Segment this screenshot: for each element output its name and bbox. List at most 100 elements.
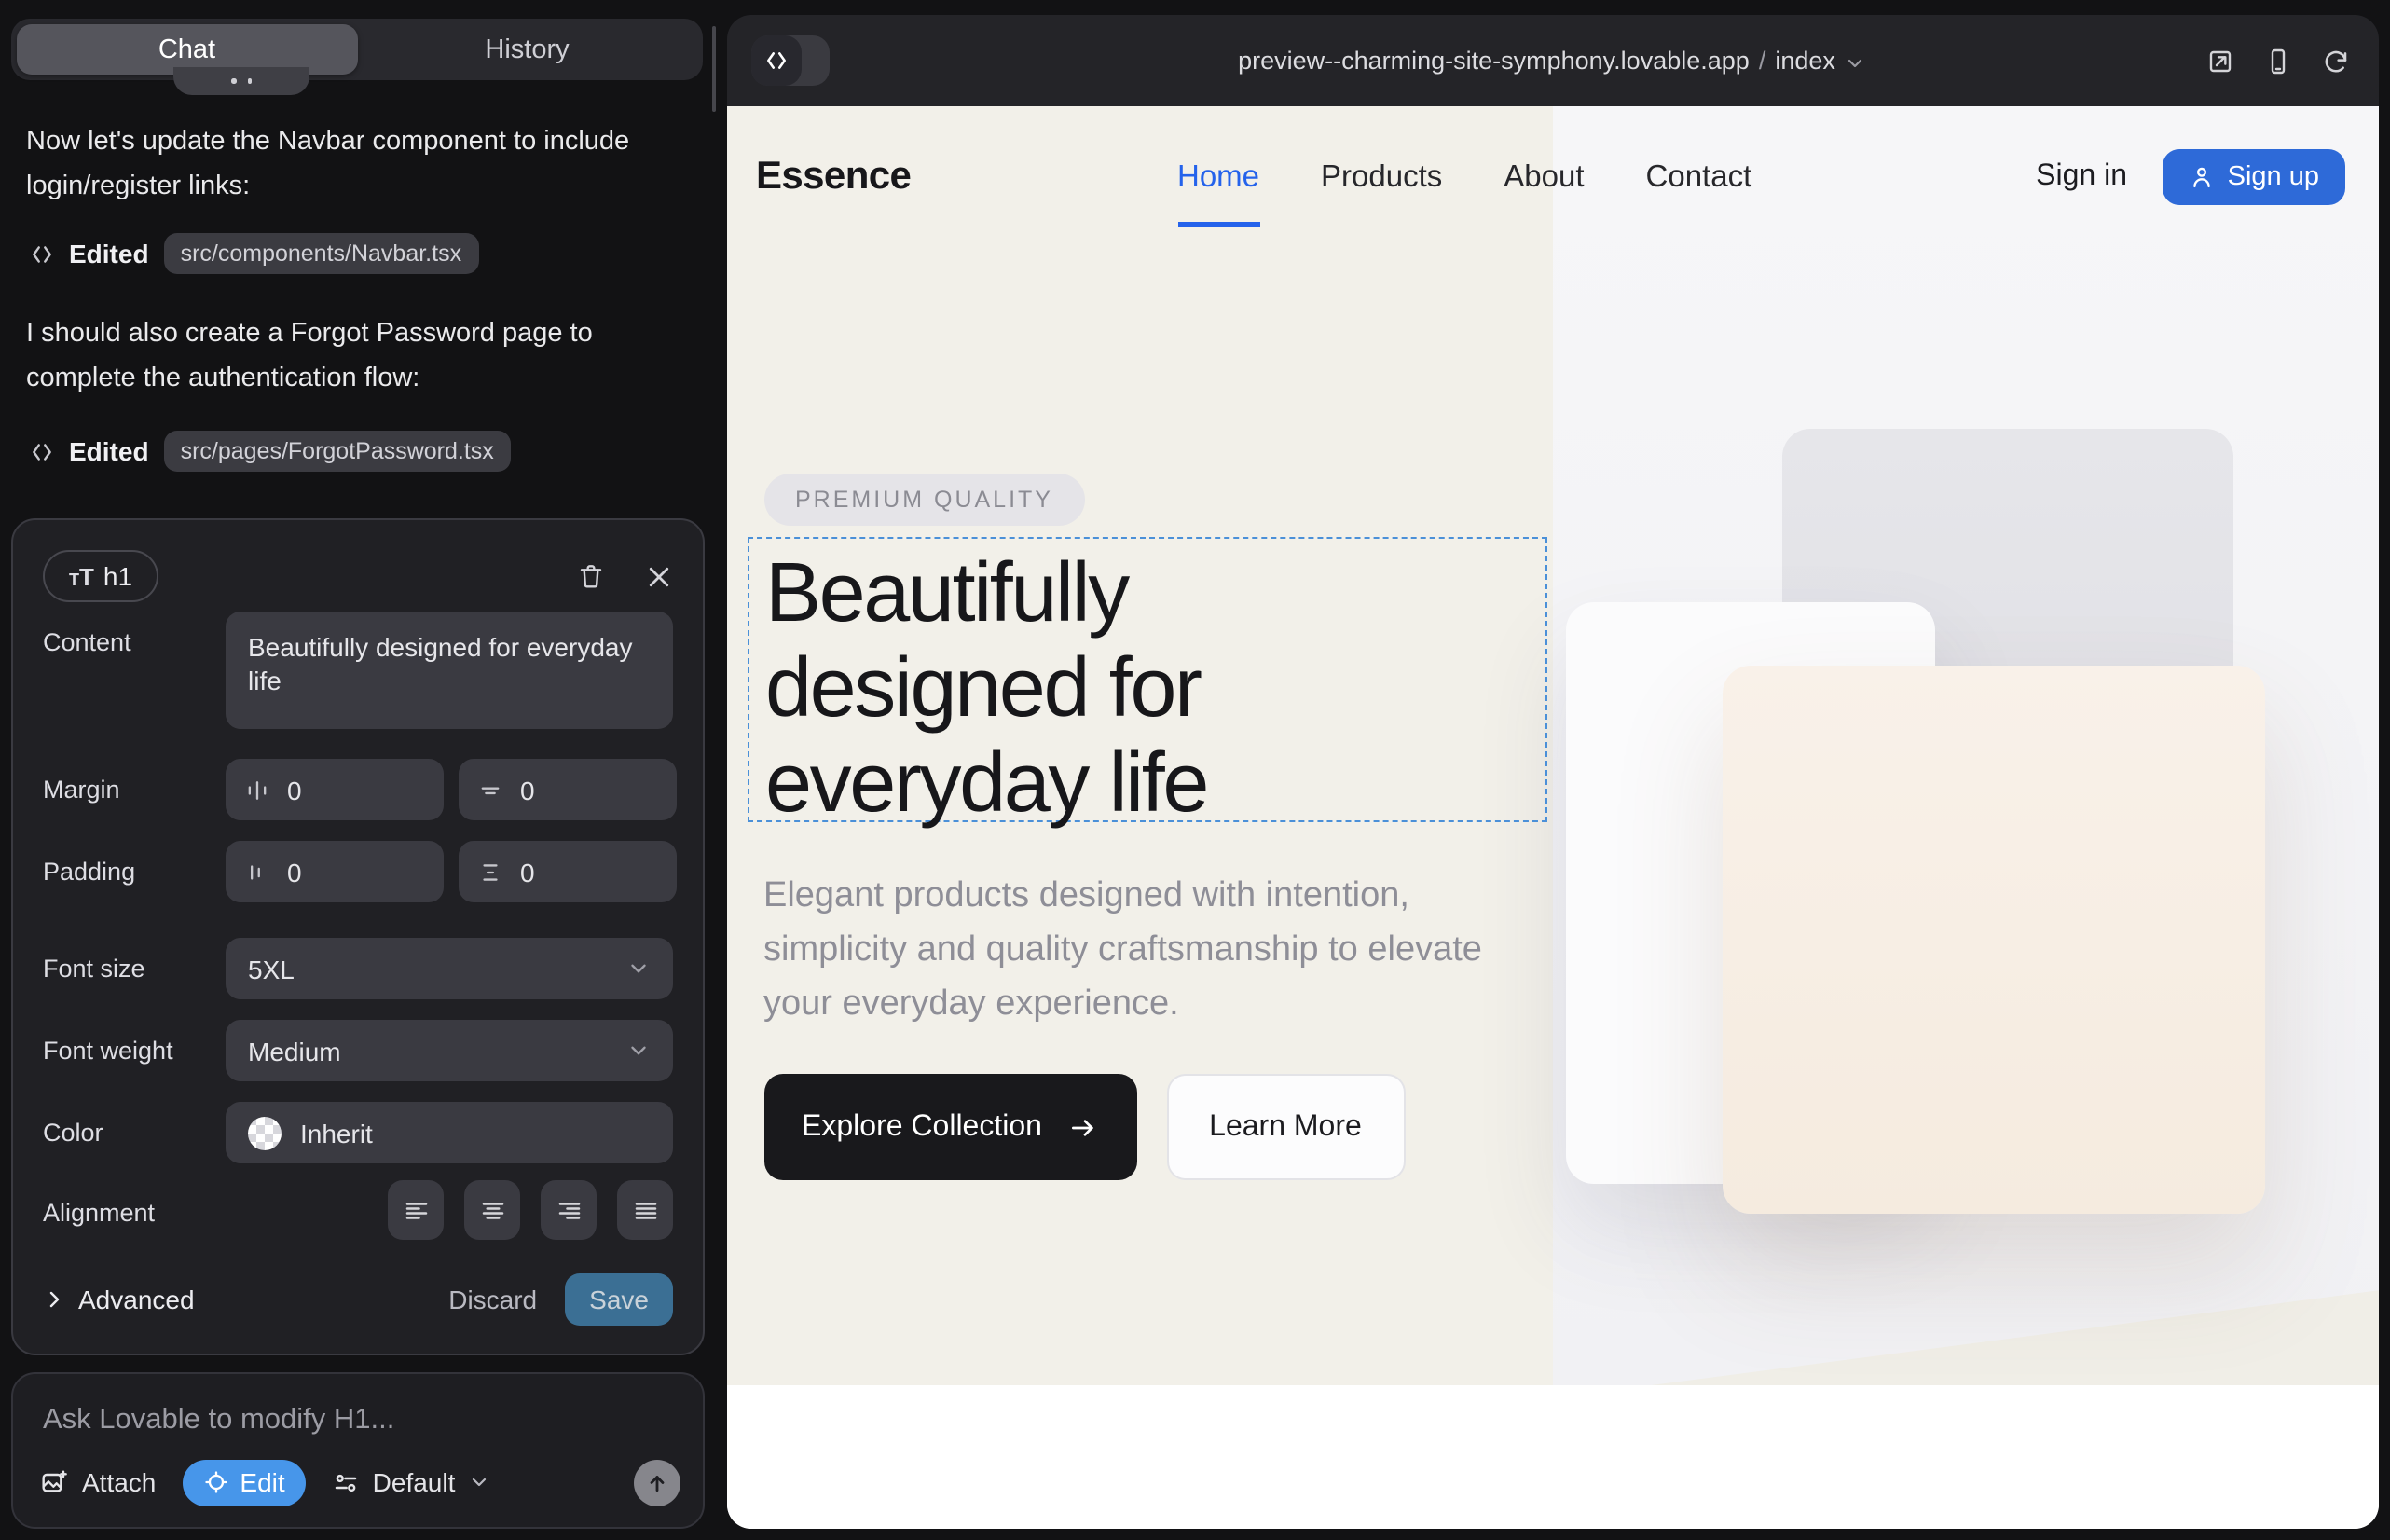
margin-y-icon (477, 777, 503, 803)
arrow-right-icon (1068, 1112, 1098, 1142)
sidebar-scrollbar[interactable] (712, 26, 716, 112)
send-button[interactable] (634, 1459, 680, 1506)
site-logo[interactable]: Essence (756, 106, 911, 248)
explore-collection-button[interactable]: Explore Collection (763, 1074, 1136, 1180)
align-left-button[interactable] (388, 1180, 444, 1240)
chevron-down-icon (626, 1038, 651, 1063)
chevron-down-icon (468, 1471, 490, 1493)
content-value: Beautifully designed for everyday life (248, 630, 651, 697)
save-button[interactable]: Save (565, 1273, 673, 1326)
explore-collection-label: Explore Collection (802, 1110, 1042, 1144)
margin-x-icon (244, 777, 270, 803)
sidebar-tabs: Chat History (11, 19, 703, 80)
site-navbar: Essence Home Products About Contact Sign… (726, 106, 2379, 248)
file-path-pill[interactable]: src/components/Navbar.tsx (164, 233, 479, 274)
sign-up-button[interactable]: Sign up (2163, 149, 2345, 205)
hero-badge: PREMIUM QUALITY (763, 474, 1085, 526)
content-field[interactable]: Beautifully designed for everyday life (226, 612, 673, 729)
chat-message: Now let's update the Navbar component to… (26, 119, 656, 209)
attach-button[interactable]: Attach (39, 1467, 156, 1497)
hero-heading-line: designed for (765, 639, 1207, 735)
align-justify-button[interactable] (617, 1180, 673, 1240)
chat-sidebar: Chat History Now let's update the Navbar… (0, 0, 725, 1540)
code-icon (30, 439, 54, 463)
chevron-down-icon (626, 956, 651, 981)
edited-label: Edited (69, 239, 149, 268)
hero-heading-line: everyday life (765, 735, 1207, 830)
close-icon[interactable] (645, 562, 673, 590)
padding-y-value: 0 (520, 857, 535, 887)
font-weight-label: Font weight (43, 1037, 173, 1065)
color-label: Color (43, 1119, 103, 1147)
edited-label: Edited (69, 436, 149, 466)
attach-label: Attach (82, 1467, 156, 1497)
color-swatch (248, 1116, 282, 1149)
font-weight-select[interactable]: Medium (226, 1020, 673, 1081)
chat-composer[interactable]: Ask Lovable to modify H1... Attach Edit … (11, 1372, 705, 1529)
person-icon (2189, 164, 2215, 190)
url-host: preview--charming-site-symphony.lovable.… (1238, 47, 1750, 75)
hero-heading-line: Beautifully (765, 544, 1207, 639)
trash-icon[interactable] (576, 561, 606, 591)
url-separator: / (1759, 47, 1766, 75)
mobile-view-icon[interactable] (2263, 46, 2293, 76)
align-center-button[interactable] (464, 1180, 520, 1240)
align-justify-icon (631, 1196, 659, 1224)
padding-x-input[interactable]: 0 (226, 841, 444, 902)
align-right-icon (555, 1196, 583, 1224)
preview-url[interactable]: preview--charming-site-symphony.lovable.… (726, 15, 2379, 106)
next-section (726, 1385, 2379, 1529)
align-right-button[interactable] (541, 1180, 597, 1240)
edit-mode-pill[interactable]: Edit (182, 1459, 305, 1506)
alignment-label: Alignment (43, 1199, 155, 1227)
dot (247, 79, 252, 84)
hero-heading[interactable]: Beautifully designed for everyday life (765, 544, 1207, 830)
element-tag-pill[interactable]: TT h1 (43, 550, 158, 602)
alignment-group (388, 1180, 673, 1240)
image-plus-icon (39, 1467, 69, 1497)
margin-y-input[interactable]: 0 (459, 759, 677, 820)
margin-x-input[interactable]: 0 (226, 759, 444, 820)
padding-label: Padding (43, 858, 135, 886)
refresh-icon[interactable] (2321, 46, 2351, 76)
sign-up-label: Sign up (2228, 162, 2319, 192)
padding-x-value: 0 (287, 857, 302, 887)
open-external-icon[interactable] (2205, 46, 2235, 76)
app-window: Chat History Now let's update the Navbar… (0, 0, 2390, 1540)
chevron-down-icon (1845, 51, 1867, 74)
nav-link-home[interactable]: Home (1177, 159, 1259, 195)
hero-paragraph: Elegant products designed with intention… (763, 869, 1509, 1031)
advanced-toggle[interactable]: Advanced (78, 1285, 195, 1314)
font-size-label: Font size (43, 955, 145, 983)
font-size-value: 5XL (248, 954, 295, 983)
scrolled-message-peek[interactable] (173, 67, 309, 95)
nav-link-products[interactable]: Products (1321, 159, 1442, 195)
edit-label: Edit (240, 1467, 284, 1497)
tab-history[interactable]: History (357, 24, 697, 75)
padding-y-icon (477, 859, 503, 885)
discard-button[interactable]: Discard (448, 1285, 537, 1314)
color-value: Inherit (300, 1118, 373, 1148)
dot (231, 79, 236, 84)
mode-label: Default (373, 1467, 456, 1497)
learn-more-button[interactable]: Learn More (1166, 1074, 1405, 1180)
color-select[interactable]: Inherit (226, 1102, 673, 1163)
file-path-pill[interactable]: src/pages/ForgotPassword.tsx (164, 431, 511, 472)
file-edit-row[interactable]: Edited src/components/Navbar.tsx (30, 229, 478, 278)
margin-label: Margin (43, 776, 120, 804)
element-editor-panel: TT h1 Content Beautifully designed for e… (11, 518, 705, 1355)
font-size-select[interactable]: 5XL (226, 938, 673, 999)
selected-element-outline[interactable]: Beautifully designed for everyday life (747, 537, 1546, 822)
sign-in-link[interactable]: Sign in (2036, 106, 2127, 248)
margin-x-value: 0 (287, 775, 302, 804)
preview-frame: preview--charming-site-symphony.lovable.… (726, 15, 2379, 1529)
nav-link-about[interactable]: About (1504, 159, 1584, 195)
element-tag-label: h1 (103, 561, 132, 591)
mode-selector[interactable]: Default (332, 1467, 491, 1497)
preview-toolbar: preview--charming-site-symphony.lovable.… (726, 15, 2379, 106)
nav-link-contact[interactable]: Contact (1646, 159, 1752, 195)
file-edit-row[interactable]: Edited src/pages/ForgotPassword.tsx (30, 427, 511, 475)
padding-y-input[interactable]: 0 (459, 841, 677, 902)
composer-placeholder[interactable]: Ask Lovable to modify H1... (43, 1404, 394, 1437)
font-weight-value: Medium (248, 1036, 341, 1066)
